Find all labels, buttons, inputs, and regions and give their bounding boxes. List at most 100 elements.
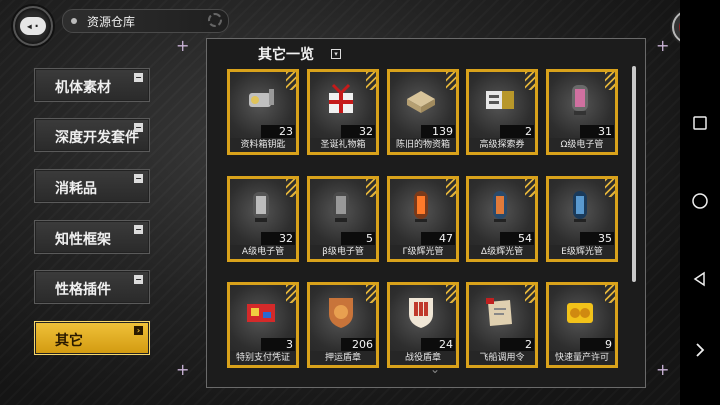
item-name: β级电子管: [310, 245, 376, 259]
voucher-icon: [241, 292, 281, 332]
item-count: 206: [341, 338, 375, 352]
item-name: Ω级电子管: [549, 138, 615, 152]
item-count: 32: [341, 125, 375, 139]
item-card[interactable]: 2 高级探索券: [466, 69, 538, 155]
item-card[interactable]: 32 A级电子管: [227, 176, 299, 262]
back-arrow-icon: ◂·: [20, 17, 46, 35]
plus-decor-icon: +: [656, 36, 670, 55]
collapse-icon: −: [134, 225, 143, 234]
sidebar-item-label: 知性框架: [55, 232, 111, 248]
card-stripes-decor: [286, 72, 296, 90]
item-count: 32: [261, 232, 295, 246]
collapse-icon: −: [134, 275, 143, 284]
sidebar-item-consumables[interactable]: 消耗品 −: [34, 169, 150, 203]
omega-tube-icon: [560, 79, 600, 119]
chevron-right-icon: ›: [134, 326, 143, 335]
page-title: 资源仓库: [87, 14, 136, 29]
card-stripes-decor: [446, 72, 456, 90]
back-nav-button[interactable]: [690, 269, 710, 289]
item-card[interactable]: 5 β级电子管: [307, 176, 379, 262]
card-stripes-decor: [525, 285, 535, 303]
item-card[interactable]: 54 Δ级辉光管: [466, 176, 538, 262]
collapse-icon: −: [134, 174, 143, 183]
supply-box-icon: [401, 79, 441, 119]
item-card[interactable]: 47 Γ级辉光管: [387, 176, 459, 262]
item-count: 2: [500, 338, 534, 352]
card-stripes-decor: [605, 179, 615, 197]
item-count: 139: [421, 125, 455, 139]
back-button[interactable]: ◂·: [13, 6, 53, 46]
card-stripes-decor: [366, 179, 376, 197]
item-card[interactable]: 31 Ω级电子管: [546, 69, 618, 155]
item-name: Δ级辉光管: [469, 245, 535, 259]
sidebar-item-label: 消耗品: [55, 181, 97, 197]
collapse-icon: −: [134, 123, 143, 132]
home-nav-button[interactable]: [690, 191, 710, 211]
item-card[interactable]: 3 特别支付凭证: [227, 282, 299, 368]
item-name: 陈旧的物资箱: [390, 138, 456, 152]
sidebar-item-dev-kits[interactable]: 深度开发套件 −: [34, 118, 150, 152]
card-stripes-decor: [605, 285, 615, 303]
item-count: 24: [421, 338, 455, 352]
item-card[interactable]: 139 陈旧的物资箱: [387, 69, 459, 155]
recents-button[interactable]: [690, 113, 710, 133]
item-name: 资料箱钥匙: [230, 138, 296, 152]
gamma-glow-tube-icon: [401, 186, 441, 226]
e-glow-tube-icon: [560, 186, 600, 226]
card-stripes-decor: [605, 72, 615, 90]
sidebar-item-label: 机体素材: [55, 80, 111, 96]
item-card[interactable]: 32 圣诞礼物箱: [307, 69, 379, 155]
sidebar-item-label: 其它: [55, 333, 83, 349]
item-count: 47: [421, 232, 455, 246]
sidebar-item-other[interactable]: 其它 ›: [34, 321, 150, 355]
item-count: 35: [580, 232, 614, 246]
item-card[interactable]: 206 押运盾章: [307, 282, 379, 368]
gear-icon: [208, 13, 222, 27]
item-card[interactable]: 9 快速量产许可: [546, 282, 618, 368]
item-card[interactable]: 35 E级辉光管: [546, 176, 618, 262]
card-stripes-decor: [446, 179, 456, 197]
sidebar-item-label: 性格插件: [55, 282, 111, 298]
item-name: 战役盾章: [390, 351, 456, 365]
card-stripes-decor: [366, 72, 376, 90]
plus-decor-icon: +: [176, 36, 190, 55]
item-name: 特别支付凭证: [230, 351, 296, 365]
item-count: 3: [261, 338, 295, 352]
dropdown-icon[interactable]: ▾: [331, 49, 341, 59]
card-stripes-decor: [525, 72, 535, 90]
chevron-right-nav-icon[interactable]: [690, 340, 710, 360]
ticket-icon: [480, 79, 520, 119]
keys-icon: [241, 79, 281, 119]
item-count: 9: [580, 338, 614, 352]
sidebar-item-label: 深度开发套件: [55, 130, 139, 146]
beta-tube-icon: [321, 186, 361, 226]
item-name: A级电子管: [230, 245, 296, 259]
card-stripes-decor: [286, 285, 296, 303]
card-stripes-decor: [446, 285, 456, 303]
sidebar-item-materials[interactable]: 机体素材 −: [34, 68, 150, 102]
sidebar-item-plugins[interactable]: 性格插件 −: [34, 270, 150, 304]
item-count: 31: [580, 125, 614, 139]
plus-decor-icon: +: [656, 360, 670, 379]
sidebar-item-frameworks[interactable]: 知性框架 −: [34, 220, 150, 254]
card-stripes-decor: [286, 179, 296, 197]
item-name: 高级探索券: [469, 138, 535, 152]
title-bar: 资源仓库: [62, 9, 229, 33]
card-stripes-decor: [366, 285, 376, 303]
a-tube-icon: [241, 186, 281, 226]
title-dot-icon: [71, 18, 77, 24]
item-name: 飞船调用令: [469, 351, 535, 365]
item-card[interactable]: 2 飞船调用令: [466, 282, 538, 368]
panel-title: 其它一览: [258, 47, 314, 63]
scrollbar[interactable]: [632, 66, 636, 282]
item-card[interactable]: 24 战役盾章: [387, 282, 459, 368]
collapse-icon: −: [134, 73, 143, 82]
item-name: 圣诞礼物箱: [310, 138, 376, 152]
item-card[interactable]: 23 资料箱钥匙: [227, 69, 299, 155]
item-name: 押运盾章: [310, 351, 376, 365]
escort-badge-icon: [321, 292, 361, 332]
plus-decor-icon: +: [176, 360, 190, 379]
campaign-badge-icon: [401, 292, 441, 332]
ship-order-icon: [480, 292, 520, 332]
item-count: 2: [500, 125, 534, 139]
